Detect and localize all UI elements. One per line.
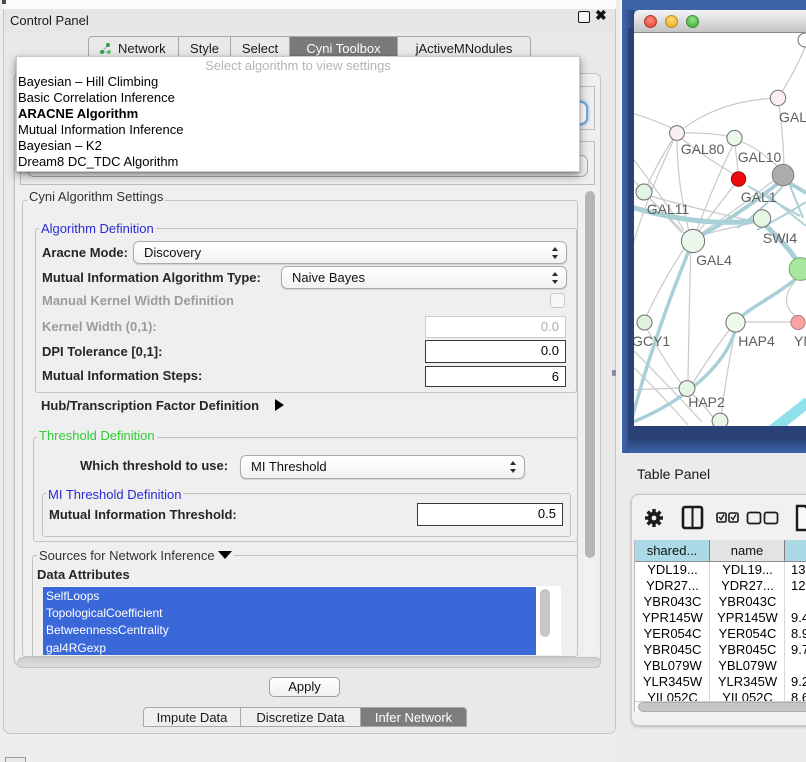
svg-text:SWI4: SWI4	[763, 230, 797, 246]
svg-text:HAP2: HAP2	[688, 394, 725, 410]
svg-text:GCY1: GCY1	[634, 333, 670, 349]
svg-text:GAL7: GAL7	[779, 109, 806, 125]
svg-text:HAP4: HAP4	[738, 333, 775, 349]
svg-text:GAL1: GAL1	[741, 189, 777, 205]
svg-text:YM: YM	[794, 333, 806, 349]
svg-text:GAL80: GAL80	[681, 141, 725, 157]
svg-text:GAL10: GAL10	[738, 149, 782, 165]
svg-text:GAL4: GAL4	[696, 252, 732, 268]
svg-text:GAL11: GAL11	[647, 201, 690, 217]
